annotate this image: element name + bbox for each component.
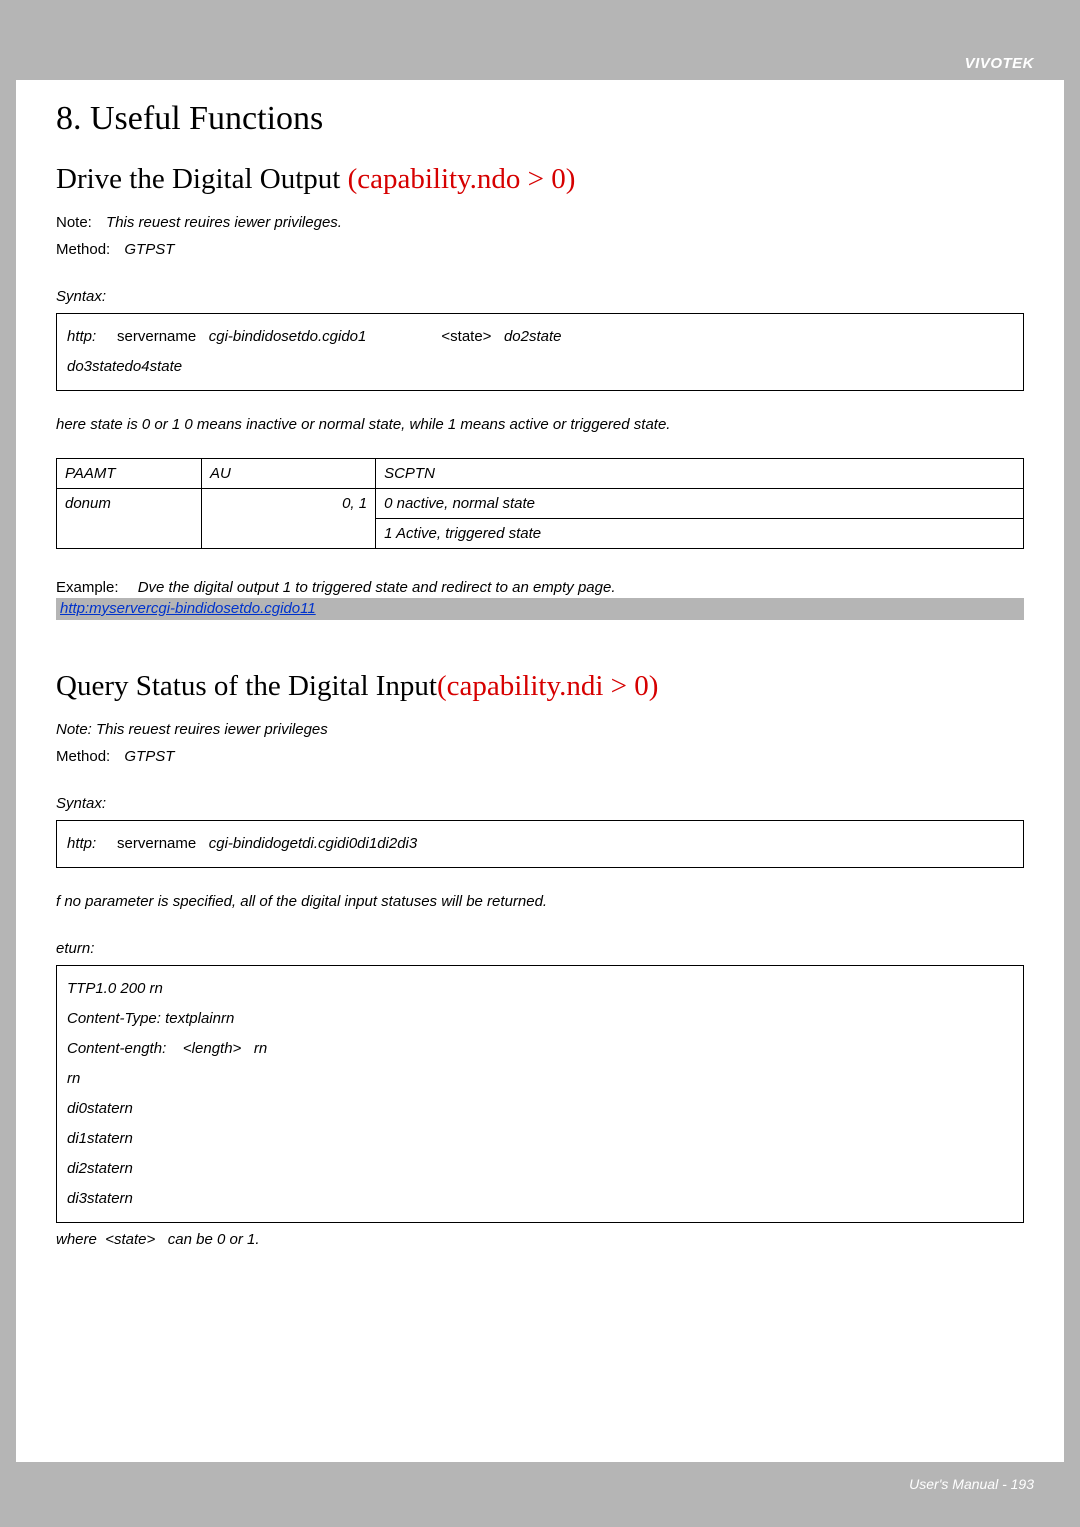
note-text: This reuest reuires iewer privileges. xyxy=(106,214,342,231)
syntax-token: <state> xyxy=(441,328,491,345)
example-line: Example: Dve the digital output 1 to tri… xyxy=(56,579,1024,596)
document-page: VIVOTEK 8. Useful Functions Drive the Di… xyxy=(16,20,1064,1507)
example-label: Example: xyxy=(56,579,119,596)
syntax-label: Syntax: xyxy=(56,795,1024,812)
where-line: where <state> can be 0 or 1. xyxy=(56,1231,1024,1248)
body-paragraph: f no parameter is specified, all of the … xyxy=(56,893,1024,910)
note-label: Note: xyxy=(56,214,92,231)
return-token: Content-ength: xyxy=(67,1040,166,1057)
page-title: 8. Useful Functions xyxy=(56,100,1024,138)
col-header-value: AU xyxy=(202,459,376,489)
return-line: Content-ength: <length> rn xyxy=(67,1034,1013,1064)
section-heading-drive-do: Drive the Digital Output (capability.ndo… xyxy=(56,163,1024,196)
return-line: Content-Type: textplainrn xyxy=(67,1004,1013,1034)
example-text: Dve the digital output 1 to triggered st… xyxy=(138,579,616,596)
cell-description: 0 nactive, normal state xyxy=(376,489,1024,519)
heading-capability: (capability.ndo > 0) xyxy=(348,163,576,195)
syntax-token: cgi-bindidosetdo.cgido1 xyxy=(209,328,367,345)
section-heading-query-di: Query Status of the Digital Input(capabi… xyxy=(56,670,1024,703)
return-token: rn xyxy=(254,1040,267,1057)
parameters-table: PAAMT AU SCPTN donum 0, 1 0 nactive, nor… xyxy=(56,458,1024,549)
header-bar: VIVOTEK xyxy=(16,20,1064,80)
return-line: di0statern xyxy=(67,1094,1013,1124)
heading-capability: (capability.ndi > 0) xyxy=(437,670,658,702)
table-header-row: PAAMT AU SCPTN xyxy=(57,459,1024,489)
syntax-label: Syntax: xyxy=(56,288,1024,305)
note-line: Note: This reuest reuires iewer privileg… xyxy=(56,721,1024,738)
syntax-token: http: xyxy=(67,328,96,345)
body-paragraph: here state is 0 or 1 0 means inactive or… xyxy=(56,416,1024,433)
syntax-token: servername xyxy=(117,835,196,852)
col-header-description: SCPTN xyxy=(376,459,1024,489)
content-area: 8. Useful Functions Drive the Digital Ou… xyxy=(16,80,1064,1248)
cell-param: donum xyxy=(57,489,202,549)
syntax-box: http: servername cgi-bindidogetdi.cgidi0… xyxy=(56,820,1024,868)
return-token: <length> xyxy=(183,1040,241,1057)
syntax-token: servername xyxy=(117,328,196,345)
note-line: Note: This reuest reuires iewer privileg… xyxy=(56,214,1024,231)
method-line: Method: GTPST xyxy=(56,241,1024,258)
syntax-line-2: do3statedo4state xyxy=(67,352,1013,382)
return-line: di1statern xyxy=(67,1124,1013,1154)
return-label: eturn: xyxy=(56,940,1024,957)
brand-logo: VIVOTEK xyxy=(965,55,1034,72)
heading-text: Drive the Digital Output xyxy=(56,163,348,195)
return-line: di3statern xyxy=(67,1184,1013,1214)
return-line: di2statern xyxy=(67,1154,1013,1184)
syntax-line-1: http: servername cgi-bindidosetdo.cgido1… xyxy=(67,322,1013,352)
cell-value: 0, 1 xyxy=(202,489,376,549)
col-header-parameter: PAAMT xyxy=(57,459,202,489)
return-line: rn xyxy=(67,1064,1013,1094)
page-footer: User's Manual - 193 xyxy=(909,1476,1034,1492)
cell-description: 1 Active, triggered state xyxy=(376,519,1024,549)
method-label: Method: xyxy=(56,748,110,765)
return-box: TTP1.0 200 rn Content-Type: textplainrn … xyxy=(56,965,1024,1223)
syntax-box: http: servername cgi-bindidosetdo.cgido1… xyxy=(56,313,1024,391)
syntax-token: http: xyxy=(67,835,96,852)
method-text: GTPST xyxy=(124,748,174,765)
example-link[interactable]: http:myservercgi-bindidosetdo.cgido11 xyxy=(56,600,320,617)
heading-text: Query Status of the Digital Input xyxy=(56,670,437,702)
where-token: can be 0 or 1. xyxy=(168,1231,260,1248)
where-token: <state> xyxy=(105,1231,155,1248)
table-row: donum 0, 1 0 nactive, normal state xyxy=(57,489,1024,519)
method-label: Method: xyxy=(56,241,110,258)
method-text: GTPST xyxy=(124,241,174,258)
footer-bar xyxy=(16,1462,1064,1507)
param-name: donum xyxy=(65,495,111,512)
syntax-token: do2state xyxy=(504,328,562,345)
note-full: Note: This reuest reuires iewer privileg… xyxy=(56,721,328,738)
example-link-bar: http:myservercgi-bindidosetdo.cgido11 xyxy=(56,598,1024,620)
method-line: Method: GTPST xyxy=(56,748,1024,765)
where-token: where xyxy=(56,1231,97,1248)
syntax-token: cgi-bindidogetdi.cgidi0di1di2di3 xyxy=(209,835,417,852)
return-line: TTP1.0 200 rn xyxy=(67,974,1013,1004)
